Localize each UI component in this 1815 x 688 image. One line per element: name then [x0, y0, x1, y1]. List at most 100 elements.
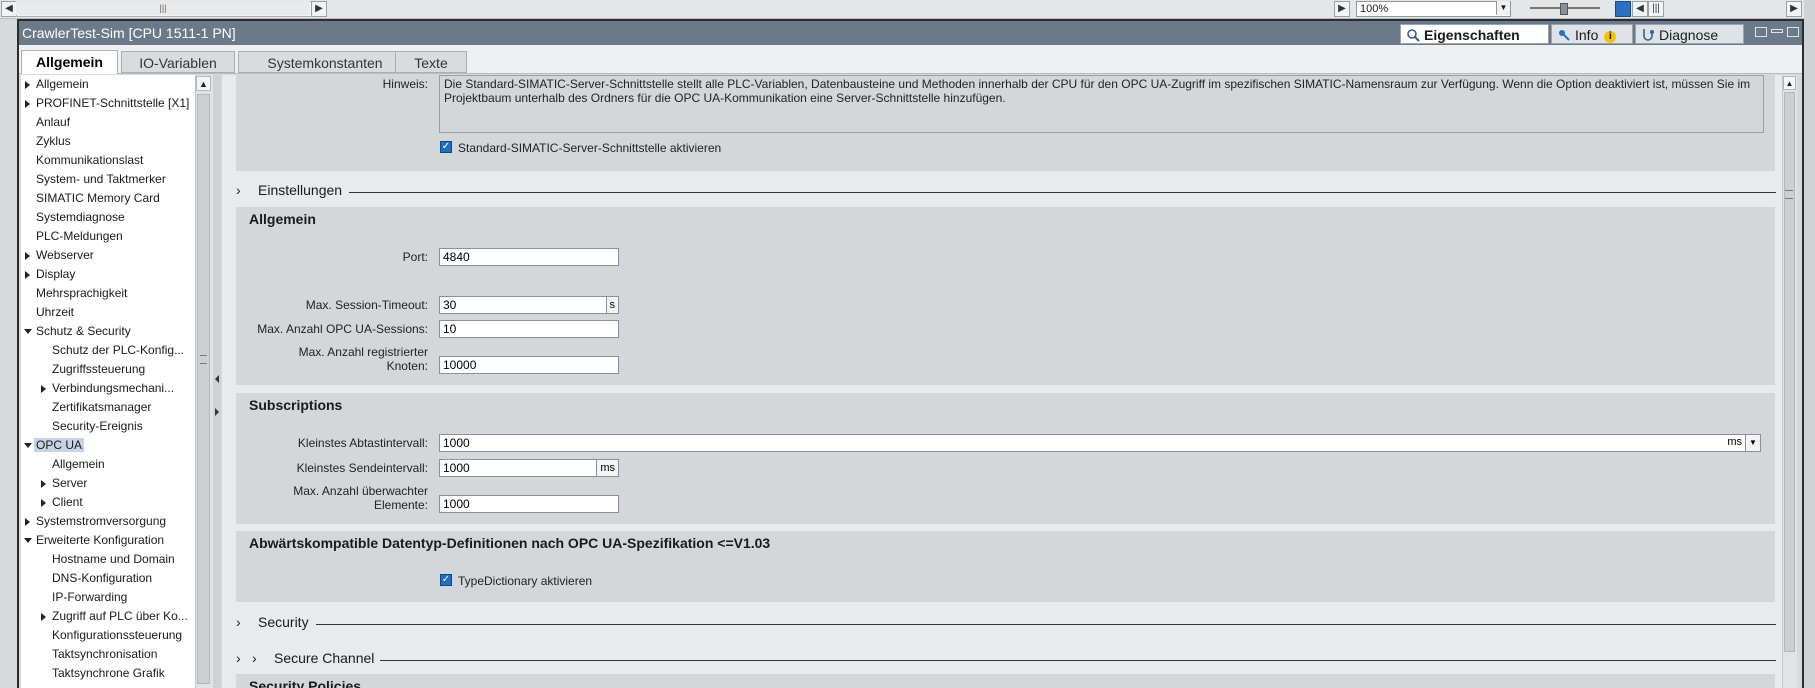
- expand-right-icon[interactable]: [215, 408, 219, 416]
- subtab-bar: Allgemein IO-Variablen Systemkonstanten …: [19, 45, 1802, 74]
- typedictionary-checkbox[interactable]: ✓: [440, 574, 452, 586]
- scroll-right-button[interactable]: ▶: [311, 1, 327, 17]
- publish-interval-label: Kleinstes Sendeintervall:: [296, 461, 428, 475]
- nav-item-schutz-plc-konfig[interactable]: Schutz der PLC-Konfig...: [52, 341, 184, 360]
- nav-item-taktmerker[interactable]: System- und Taktmerker: [36, 170, 166, 189]
- restore-icon[interactable]: [1755, 27, 1767, 37]
- chevron-right-icon: ›: [252, 650, 257, 666]
- tab-systemkonstanten[interactable]: Systemkonstanten: [238, 51, 412, 73]
- horizontal-scrollbar-thumb[interactable]: |||: [16, 1, 310, 15]
- nav-item-zugriffssteuerung[interactable]: Zugriffssteuerung: [52, 360, 145, 379]
- expand-icon[interactable]: [25, 81, 30, 89]
- nav-item-anlauf[interactable]: Anlauf: [36, 113, 70, 132]
- minimize-icon[interactable]: [1771, 29, 1783, 33]
- publish-interval-input[interactable]: 1000 ms: [439, 459, 619, 477]
- grip-icon[interactable]: |||: [1648, 1, 1664, 17]
- expand-icon[interactable]: [41, 499, 46, 507]
- nav-item-opc-allgemein[interactable]: Allgemein: [52, 455, 105, 474]
- chevron-down-icon[interactable]: ▼: [1496, 1, 1510, 15]
- nav-item-taktsynchrone-grafik[interactable]: Taktsynchrone Grafik: [52, 664, 165, 683]
- properties-icon: [1406, 27, 1420, 42]
- standard-server-interface-label: Standard-SIMATIC-Server-Schnittstelle ak…: [458, 141, 722, 155]
- collapse-icon[interactable]: [24, 329, 32, 334]
- sampling-interval-value: 1000: [443, 436, 470, 450]
- tab-eigenschaften[interactable]: Eigenschaften: [1400, 24, 1549, 44]
- monitored-items-label-2: Elemente:: [373, 498, 428, 512]
- nav-item-taktsynchronisation[interactable]: Taktsynchronisation: [52, 645, 157, 664]
- nav-item-hostname[interactable]: Hostname und Domain: [52, 550, 175, 569]
- nav-item-zyklus[interactable]: Zyklus: [36, 132, 71, 151]
- tab-label: Info: [1575, 27, 1599, 43]
- nav-item-opc-ua[interactable]: OPC UA: [24, 436, 85, 455]
- nav-item-zugriff-plc[interactable]: Zugriff auf PLC über Ko...: [41, 607, 188, 626]
- nav-item-dns[interactable]: DNS-Konfiguration: [52, 569, 152, 588]
- section-divider: [316, 624, 1776, 625]
- scroll-left-small-button[interactable]: ◀: [1632, 1, 1648, 17]
- scroll-right-small-button[interactable]: ▶: [1786, 1, 1802, 17]
- nav-item-kommunikationslast[interactable]: Kommunikationslast: [36, 151, 143, 170]
- close-panel-icon[interactable]: [1787, 27, 1799, 37]
- scroll-right-button-2[interactable]: ▶: [1334, 1, 1350, 17]
- scroll-up-icon[interactable]: ▲: [1783, 76, 1796, 90]
- collapse-icon[interactable]: [24, 443, 32, 448]
- nav-item-webserver[interactable]: Webserver: [25, 246, 94, 265]
- sampling-interval-input[interactable]: 1000 ms ▼: [439, 434, 1761, 452]
- tab-allgemein[interactable]: Allgemein: [21, 50, 118, 74]
- nav-item-erweiterte-konfiguration[interactable]: Erweiterte Konfiguration: [24, 531, 164, 550]
- nav-item-ip-forwarding[interactable]: IP-Forwarding: [52, 588, 127, 607]
- tab-io-variablen[interactable]: IO-Variablen: [121, 51, 235, 73]
- hint-label: Hinweis:: [382, 77, 428, 91]
- max-sessions-input[interactable]: 10: [439, 320, 619, 338]
- nav-item-opc-server[interactable]: Server: [41, 474, 87, 493]
- nav-item-security-ereignis[interactable]: Security-Ereignis: [52, 417, 143, 436]
- port-input[interactable]: 4840: [439, 248, 619, 266]
- nav-item-mehrsprachigkeit[interactable]: Mehrsprachigkeit: [36, 284, 127, 303]
- expand-icon[interactable]: [41, 613, 46, 621]
- tab-info[interactable]: Info i: [1551, 24, 1633, 44]
- scroll-up-icon[interactable]: ▲: [196, 76, 211, 91]
- info-badge-icon: i: [1604, 31, 1617, 43]
- right-edge-panel: [1804, 0, 1815, 688]
- collapse-icon[interactable]: [24, 538, 32, 543]
- session-timeout-unit: s: [605, 296, 619, 314]
- tab-diagnose[interactable]: Diagnose: [1635, 24, 1744, 44]
- expand-icon[interactable]: [41, 385, 46, 393]
- collapse-left-icon[interactable]: [215, 375, 219, 383]
- zoom-value: 100%: [1360, 3, 1389, 15]
- expand-icon[interactable]: [25, 100, 30, 108]
- nav-item-systemdiagnose[interactable]: Systemdiagnose: [36, 208, 125, 227]
- scroll-left-button[interactable]: ◀: [1, 1, 17, 17]
- nav-item-display[interactable]: Display: [25, 265, 75, 284]
- expand-icon[interactable]: [25, 252, 30, 260]
- chevron-down-icon[interactable]: ▼: [1745, 434, 1761, 452]
- monitored-items-input[interactable]: 1000: [439, 495, 619, 513]
- tab-texte[interactable]: Texte: [395, 51, 467, 73]
- zoom-select[interactable]: 100%: [1356, 1, 1511, 17]
- nav-item-verbindungsmechanismen[interactable]: Verbindungsmechani...: [41, 379, 174, 398]
- view-icon[interactable]: [1615, 1, 1631, 17]
- expand-icon[interactable]: [25, 271, 30, 279]
- navigation-tree: Allgemein PROFINET-Schnittstelle [X1] An…: [21, 75, 213, 688]
- nav-item-allgemein[interactable]: Allgemein: [25, 75, 89, 94]
- nav-item-profinet[interactable]: PROFINET-Schnittstelle [X1]: [25, 94, 189, 113]
- nav-item-konfigurationssteuerung[interactable]: Konfigurationssteuerung: [52, 626, 182, 645]
- allgemein-title: Allgemein: [249, 211, 316, 227]
- chevron-right-icon: ›: [236, 614, 241, 630]
- expand-icon[interactable]: [25, 518, 30, 526]
- zoom-slider-handle[interactable]: [1560, 3, 1568, 15]
- nav-item-systemstromversorgung[interactable]: Systemstromversorgung: [25, 512, 166, 531]
- nav-item-uhrzeit[interactable]: Uhrzeit: [36, 303, 74, 322]
- content-scrollbar-thumb[interactable]: [1784, 92, 1795, 652]
- expand-icon[interactable]: [41, 480, 46, 488]
- hint-text: Die Standard-SIMATIC-Server-Schnittstell…: [439, 75, 1764, 133]
- nav-item-opc-client[interactable]: Client: [41, 493, 83, 512]
- nav-item-plc-meldungen[interactable]: PLC-Meldungen: [36, 227, 123, 246]
- nav-item-schutz-security[interactable]: Schutz & Security: [24, 322, 131, 341]
- nav-item-memory-card[interactable]: SIMATIC Memory Card: [36, 189, 160, 208]
- max-nodes-input[interactable]: 10000: [439, 356, 619, 374]
- nav-item-zertifikatsmanager[interactable]: Zertifikatsmanager: [52, 398, 151, 417]
- session-timeout-input[interactable]: 30 s: [439, 296, 619, 314]
- nav-scrollbar-thumb[interactable]: [197, 94, 210, 684]
- standard-server-interface-checkbox[interactable]: ✓: [440, 141, 452, 153]
- sampling-interval-label: Kleinstes Abtastintervall:: [297, 436, 428, 450]
